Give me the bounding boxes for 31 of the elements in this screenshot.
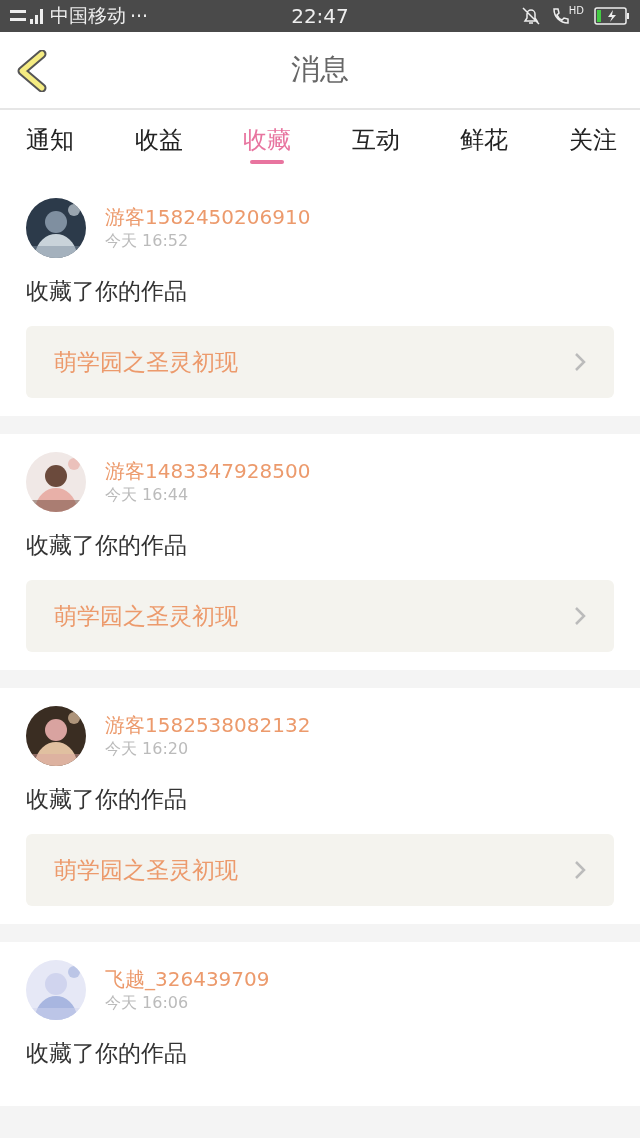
message-time: 今天 16:52 bbox=[105, 230, 190, 252]
chevron-right-icon bbox=[574, 352, 586, 372]
tab[interactable]: 关注 bbox=[552, 110, 633, 170]
more-dots: ··· bbox=[130, 5, 149, 27]
message-text: 收藏了你的作品 bbox=[26, 1039, 188, 1068]
page-title: 消息 bbox=[291, 51, 349, 88]
message-time: 今天 16:44 bbox=[105, 484, 190, 506]
user-name[interactable]: 游客1582538082132 bbox=[105, 712, 311, 738]
user-name[interactable]: 游客1582450206910 bbox=[105, 204, 311, 230]
tab[interactable]: 互动 bbox=[335, 110, 416, 170]
carrier-name: 中国移动 bbox=[50, 3, 126, 28]
user-name[interactable]: 游客1483347928500 bbox=[105, 458, 311, 484]
work-link[interactable]: 萌学园之圣灵初现 bbox=[26, 834, 614, 906]
message-time: 今天 16:06 bbox=[105, 992, 190, 1014]
clock-time: 22:47 bbox=[291, 4, 349, 28]
work-link[interactable]: 萌学园之圣灵初现 bbox=[26, 580, 614, 652]
user-name[interactable]: 飞越_326439709 bbox=[105, 966, 270, 992]
charging-battery-icon bbox=[594, 7, 630, 25]
message-text: 收藏了你的作品 bbox=[26, 277, 188, 306]
chevron-right-icon bbox=[574, 606, 586, 626]
tab[interactable]: 通知 bbox=[10, 110, 90, 170]
work-link[interactable]: 萌学园之圣灵初现 bbox=[26, 326, 614, 398]
message-text: 收藏了你的作品 bbox=[26, 785, 188, 814]
tab[interactable]: 收藏 bbox=[227, 110, 308, 170]
tab[interactable]: 鲜花 bbox=[444, 110, 525, 170]
message-text: 收藏了你的作品 bbox=[26, 531, 188, 560]
signal-icon bbox=[10, 6, 46, 26]
message-time: 今天 16:20 bbox=[105, 738, 190, 760]
tab[interactable]: 收益 bbox=[118, 110, 199, 170]
muted-bell-icon bbox=[520, 6, 541, 26]
chevron-right-icon bbox=[574, 860, 586, 880]
